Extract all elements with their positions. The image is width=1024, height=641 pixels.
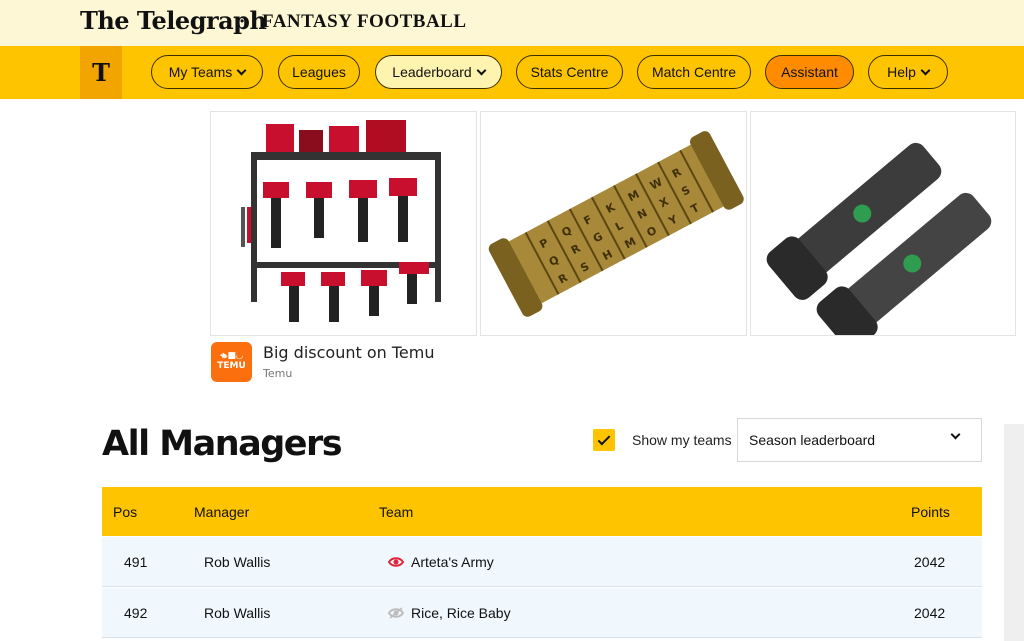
nav-match-centre-button[interactable]: Match Centre: [637, 55, 751, 89]
row-points: 2042: [914, 605, 946, 621]
row-points: 2042: [914, 554, 946, 570]
column-header-points[interactable]: Points: [911, 504, 950, 520]
show-my-teams-checkbox[interactable]: [593, 429, 615, 451]
nav-stats-centre-button[interactable]: Stats Centre: [516, 55, 623, 89]
leaderboard-type-select[interactable]: Season leaderboard: [737, 418, 982, 462]
nav-leaderboard-label: Leaderboard: [392, 64, 472, 80]
nav-my-teams-button[interactable]: My Teams: [151, 55, 263, 89]
nav-assistant-label: Assistant: [781, 64, 838, 80]
product-title: FANTASY FOOTBALL: [262, 11, 467, 32]
masthead: The Telegraph • FANTASY FOOTBALL: [0, 0, 1024, 46]
nav-match-centre-label: Match Centre: [651, 64, 737, 80]
eye-off-icon[interactable]: [388, 607, 404, 619]
temu-logo-text: TEMU: [217, 361, 246, 371]
checkmark-icon: [597, 432, 611, 445]
page-title: All Managers: [102, 424, 343, 464]
scroll-edge: [1004, 424, 1024, 641]
nav-help-label: Help: [887, 64, 916, 80]
row-manager[interactable]: Rob Wallis: [204, 554, 270, 570]
row-manager[interactable]: Rob Wallis: [204, 605, 270, 621]
table-header: Pos Manager Team Points: [102, 487, 982, 536]
ad-source-label: Temu: [263, 367, 293, 380]
nav-my-teams-label: My Teams: [168, 64, 233, 80]
row-team[interactable]: Rice, Rice Baby: [411, 605, 511, 621]
telegraph-logo[interactable]: The Telegraph: [80, 6, 267, 35]
ad-cryptex-image[interactable]: PQFKMWR QRGLNXS RSHMOYT: [480, 111, 747, 336]
main-nav: T My Teams Leagues Leaderboard Stats Cen…: [0, 46, 1024, 99]
chevron-down-icon: [476, 65, 487, 75]
chevron-down-icon: [920, 65, 931, 75]
home-logo-button[interactable]: T: [80, 46, 122, 99]
ad-flashlights-image[interactable]: [750, 111, 1016, 336]
temu-logo[interactable]: ቈ■◡ TEMU: [211, 342, 252, 382]
eye-icon[interactable]: [388, 556, 404, 568]
nav-assistant-button[interactable]: Assistant: [765, 55, 854, 89]
nav-stats-centre-label: Stats Centre: [530, 64, 609, 80]
home-logo-letter: T: [92, 58, 110, 87]
table-row[interactable]: 491 Rob Wallis Arteta's Army 2042: [102, 537, 982, 587]
column-header-manager[interactable]: Manager: [194, 504, 249, 520]
chevron-down-icon: [950, 429, 961, 440]
nav-leagues-button[interactable]: Leagues: [278, 55, 360, 89]
show-my-teams-label[interactable]: Show my teams: [632, 432, 732, 448]
row-pos: 492: [124, 605, 148, 621]
row-pos: 491: [124, 554, 148, 570]
ad-headline-link[interactable]: Big discount on Temu: [263, 343, 434, 362]
nav-leagues-label: Leagues: [292, 64, 346, 80]
table-row[interactable]: 492 Rob Wallis Rice, Rice Baby 2042: [102, 588, 982, 638]
nav-help-button[interactable]: Help: [868, 55, 948, 89]
column-header-pos[interactable]: Pos: [113, 504, 137, 520]
masthead-separator: •: [240, 14, 245, 28]
leaderboard-type-value: Season leaderboard: [749, 432, 876, 448]
ad-tool-rack-image[interactable]: [210, 111, 477, 336]
nav-leaderboard-button[interactable]: Leaderboard: [375, 55, 502, 89]
row-team[interactable]: Arteta's Army: [411, 554, 494, 570]
column-header-team[interactable]: Team: [379, 504, 413, 520]
chevron-down-icon: [236, 65, 247, 75]
